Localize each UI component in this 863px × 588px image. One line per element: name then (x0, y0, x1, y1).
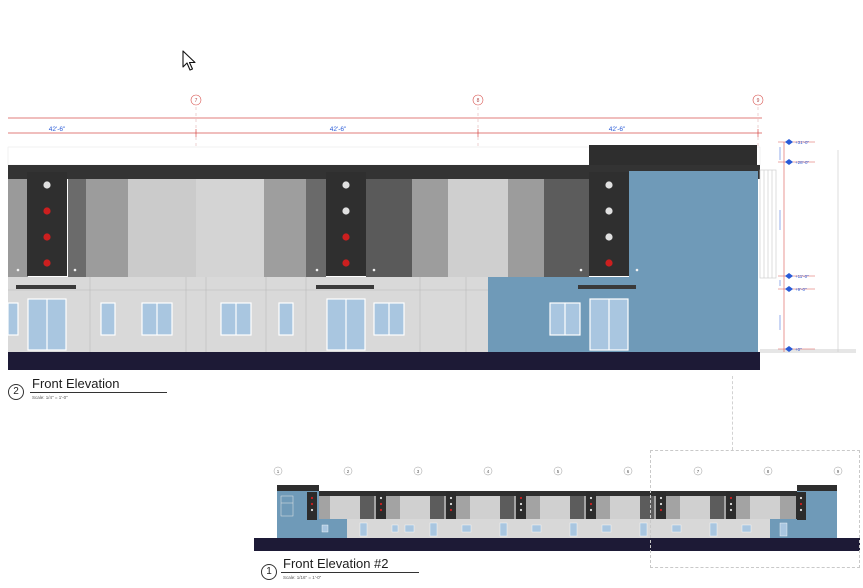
view-number: 1 (261, 564, 277, 580)
view-title: Front Elevation #2 (283, 556, 389, 571)
title-underline (281, 572, 419, 573)
view-title: Front Elevation (32, 376, 120, 391)
view-number: 2 (8, 384, 24, 400)
callout-box (650, 450, 860, 568)
callout-leader (732, 376, 733, 450)
view-scale: Scale: 1/4" = 1'-0" (32, 395, 68, 400)
view-scale: Scale: 1/16" = 1'-0" (283, 575, 322, 580)
title-underline (30, 392, 167, 393)
